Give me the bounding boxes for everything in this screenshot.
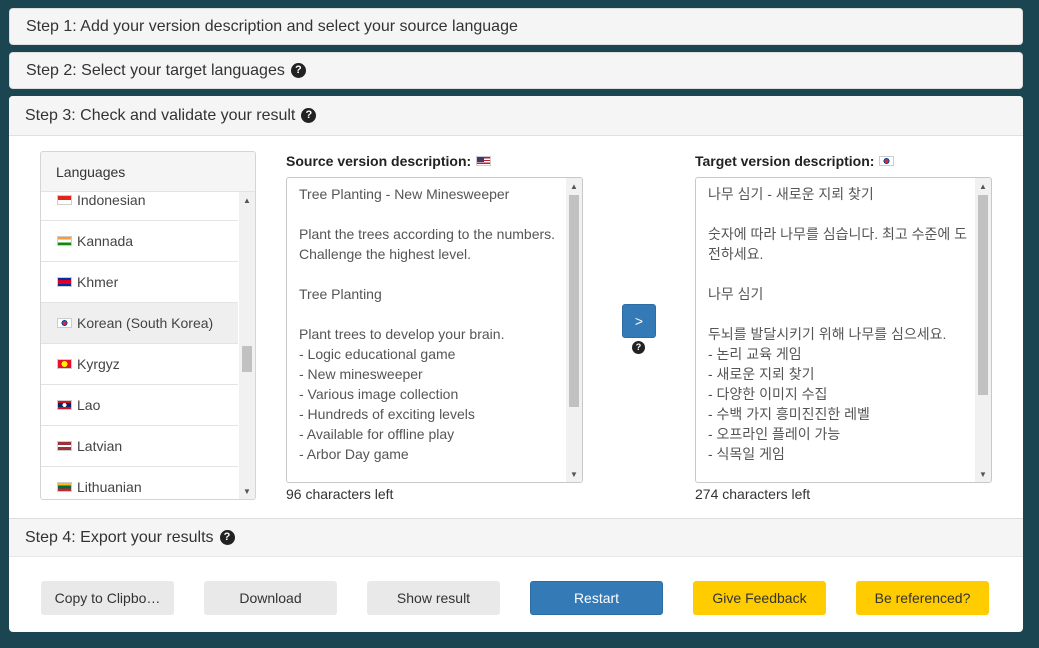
help-icon[interactable]: ?: [219, 530, 235, 545]
languages-list: Indonesian Kannada Khmer Korean (South K…: [41, 192, 238, 499]
step-4-header[interactable]: Step 4: Export your results ?: [9, 519, 1023, 557]
scroll-up-icon[interactable]: ▲: [239, 192, 255, 208]
language-label: Kannada: [77, 233, 134, 249]
language-item-lithuanian[interactable]: Lithuanian: [41, 467, 238, 499]
language-label: Indonesian: [77, 192, 146, 208]
language-label: Korean (South Korea): [77, 315, 214, 331]
source-scrollbar[interactable]: ▲ ▼: [566, 178, 582, 482]
source-chars-left: 96 characters left: [286, 486, 394, 502]
target-scrollbar[interactable]: ▲ ▼: [975, 178, 991, 482]
step-4-title: Step 4: Export your results: [25, 528, 214, 546]
language-label: Khmer: [77, 274, 119, 290]
language-label: Kyrgyz: [77, 356, 120, 372]
step-1-header[interactable]: Step 1: Add your version description and…: [9, 8, 1023, 45]
language-item-latvian[interactable]: Latvian: [41, 426, 238, 467]
scroll-up-icon[interactable]: ▲: [975, 178, 991, 194]
language-item-lao[interactable]: Lao: [41, 385, 238, 426]
language-item-indonesian[interactable]: Indonesian: [41, 192, 238, 221]
us-flag-icon: [476, 156, 492, 166]
step-1-title: Step 1: Add your version description and…: [26, 17, 518, 35]
scrollbar-thumb[interactable]: [978, 195, 988, 395]
languages-header: Languages: [41, 152, 255, 192]
restart-button[interactable]: Restart: [530, 581, 663, 615]
step-3-panel: Step 3: Check and validate your result ?…: [9, 96, 1023, 518]
step-2-header[interactable]: Step 2: Select your target languages ?: [9, 52, 1023, 89]
scrollbar-thumb[interactable]: [569, 195, 579, 407]
download-button[interactable]: Download: [204, 581, 337, 615]
give-feedback-button[interactable]: Give Feedback: [693, 581, 826, 615]
scroll-down-icon[interactable]: ▼: [566, 466, 582, 482]
south-korea-flag-icon: [57, 318, 72, 328]
scroll-down-icon[interactable]: ▼: [975, 466, 991, 482]
help-icon[interactable]: ?: [632, 341, 645, 354]
step-4-panel: Step 4: Export your results ? Copy to Cl…: [9, 518, 1023, 632]
language-label: Latvian: [77, 438, 123, 454]
laos-flag-icon: [57, 400, 72, 410]
india-flag-icon: [57, 236, 72, 246]
source-label: Source version description:: [286, 153, 472, 169]
help-icon[interactable]: ?: [301, 108, 317, 123]
source-description-text: Tree Planting - New Minesweeper Plant th…: [299, 186, 556, 462]
languages-list-box: Languages Indonesian Kannada Khmer Korea…: [40, 151, 256, 500]
target-description-text: 나무 심기 - 새로운 지뢰 찾기 숫자에 따라 나무를 심습니다. 최고 수준…: [708, 186, 968, 462]
scroll-down-icon[interactable]: ▼: [239, 483, 255, 499]
show-result-button[interactable]: Show result: [367, 581, 500, 615]
language-item-kannada[interactable]: Kannada: [41, 221, 238, 262]
target-label: Target version description:: [695, 153, 875, 169]
scroll-up-icon[interactable]: ▲: [566, 178, 582, 194]
scrollbar-thumb[interactable]: [242, 346, 252, 372]
copy-to-clipboard-button[interactable]: Copy to Clipbo…: [41, 581, 174, 615]
step-2-title: Step 2: Select your target languages: [26, 61, 285, 79]
step-3-title: Step 3: Check and validate your result: [25, 106, 296, 124]
lithuania-flag-icon: [57, 482, 72, 492]
help-icon[interactable]: ?: [290, 63, 306, 78]
latvia-flag-icon: [57, 441, 72, 451]
target-label-row: Target version description:: [695, 153, 899, 169]
app-root: Step 1: Add your version description and…: [0, 0, 1039, 648]
cambodia-flag-icon: [57, 277, 72, 287]
indonesia-flag-icon: [57, 195, 72, 205]
language-item-khmer[interactable]: Khmer: [41, 262, 238, 303]
step-3-header[interactable]: Step 3: Check and validate your result ?: [9, 96, 1023, 136]
target-chars-left: 274 characters left: [695, 486, 811, 502]
language-label: Lao: [77, 397, 101, 413]
kyrgyzstan-flag-icon: [57, 359, 72, 369]
target-description-textarea[interactable]: 나무 심기 - 새로운 지뢰 찾기 숫자에 따라 나무를 심습니다. 최고 수준…: [695, 177, 992, 483]
translate-button[interactable]: >: [622, 304, 656, 338]
language-label: Lithuanian: [77, 479, 142, 495]
south-korea-flag-icon: [879, 156, 895, 166]
language-item-korean[interactable]: Korean (South Korea): [41, 303, 238, 344]
language-item-kyrgyz[interactable]: Kyrgyz: [41, 344, 238, 385]
be-referenced-button[interactable]: Be referenced?: [856, 581, 989, 615]
source-label-row: Source version description:: [286, 153, 496, 169]
languages-scrollbar[interactable]: ▲ ▼: [239, 192, 255, 499]
source-description-textarea[interactable]: Tree Planting - New Minesweeper Plant th…: [286, 177, 583, 483]
